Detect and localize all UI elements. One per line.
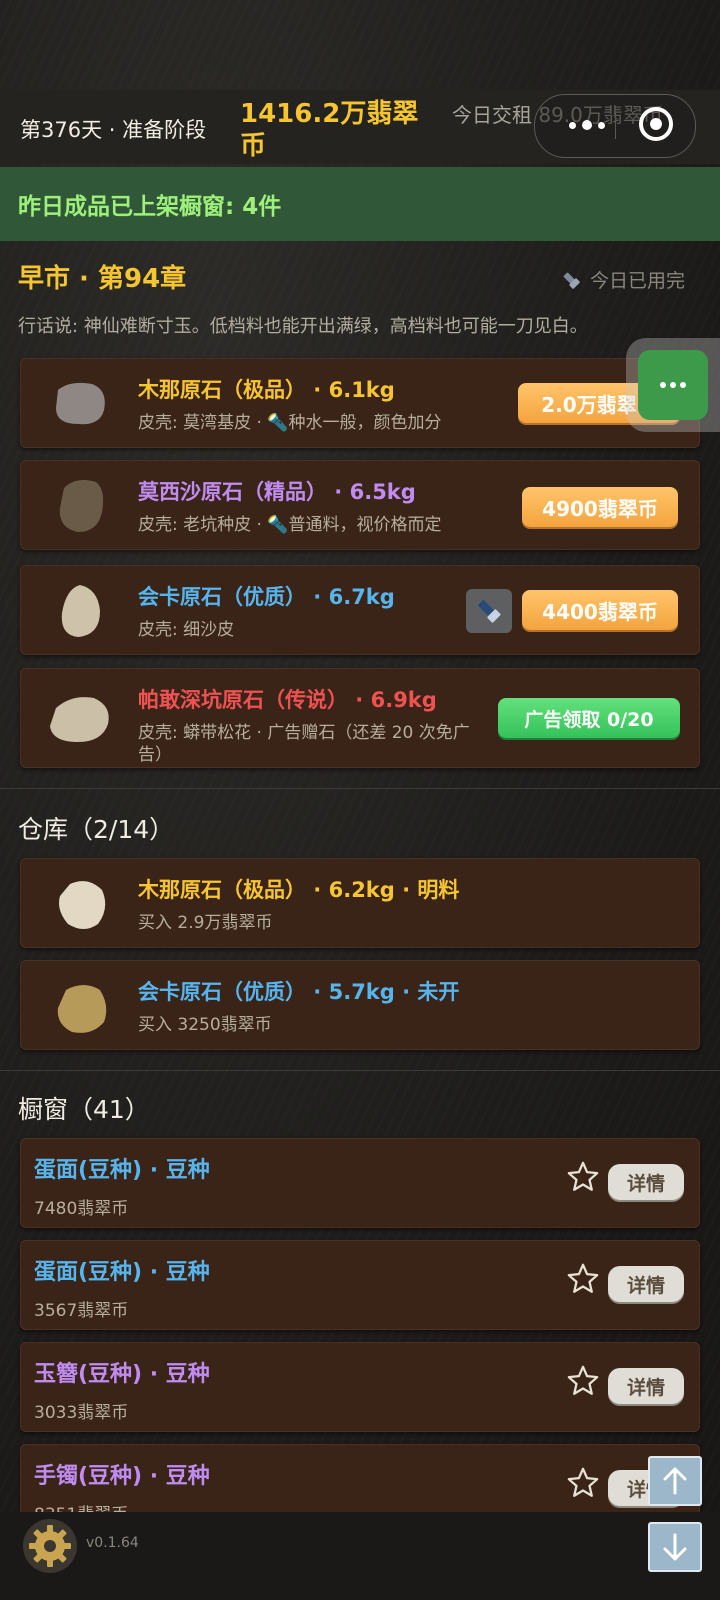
trade-saying: 行话说: 神仙难断寸玉。低档料也能开出满绿，高档料也可能一刀见白。 <box>18 316 588 337</box>
used-up-status: 今日已用完 <box>560 266 685 293</box>
star-icon[interactable] <box>566 1160 600 1194</box>
morning-market-title: 早市 · 第94章 <box>18 264 187 294</box>
floating-menu[interactable] <box>626 338 720 432</box>
stone-description: 皮壳: 老坑种皮 · 🔦普通料，视价格而定 <box>138 515 442 535</box>
warehouse-stone-card[interactable]: 会卡原石（优质） · 5.7kg · 未开 买入 3250翡翠币 <box>20 960 700 1050</box>
stone-name: 莫西沙原石（精品） · 6.5kg <box>138 480 416 504</box>
stone-name: 木那原石（极品） · 6.2kg · 明料 <box>138 878 460 902</box>
scroll-down-button[interactable] <box>648 1522 702 1572</box>
gear-icon[interactable] <box>22 1518 78 1574</box>
close-target-icon[interactable] <box>639 107 673 141</box>
capsule-separator <box>615 113 616 139</box>
purchase-price: 买入 2.9万翡翠币 <box>138 913 273 933</box>
market-stone-card[interactable]: 帕敢深坑原石（传说） · 6.9kg 皮壳: 蟒带松花 · 广告赠石（还差 20… <box>20 668 700 768</box>
stone-image <box>56 382 105 425</box>
item-name: 玉簪(豆种) · 豆种 <box>34 1362 210 1387</box>
version-label: v0.1.64 <box>86 1535 139 1551</box>
item-price: 3567翡翠币 <box>34 1301 129 1321</box>
used-up-label: 今日已用完 <box>590 270 686 292</box>
flashlight-button[interactable] <box>466 589 512 633</box>
scroll-up-button[interactable] <box>648 1456 702 1506</box>
detail-button[interactable]: 详情 <box>608 1164 684 1200</box>
detail-button[interactable]: 详情 <box>608 1266 684 1302</box>
item-price: 3033翡翠币 <box>34 1403 129 1423</box>
stone-image <box>57 985 107 1033</box>
purchase-price: 买入 3250翡翠币 <box>138 1015 272 1035</box>
market-stone-card[interactable]: 会卡原石（优质） · 6.7kg 皮壳: 细沙皮 4400翡翠币 <box>20 565 700 655</box>
stone-name: 会卡原石（优质） · 5.7kg · 未开 <box>138 980 460 1004</box>
buy-button[interactable]: 4900翡翠币 <box>522 487 678 527</box>
notice-text: 昨日成品已上架橱窗: 4件 <box>18 194 282 220</box>
showcase-item-card[interactable]: 玉簪(豆种) · 豆种 3033翡翠币 详情 <box>20 1342 700 1432</box>
warehouse-stone-card[interactable]: 木那原石（极品） · 6.2kg · 明料 买入 2.9万翡翠币 <box>20 858 700 948</box>
item-price: 7480翡翠币 <box>34 1199 129 1219</box>
more-dots-icon[interactable] <box>557 107 617 143</box>
stone-description: 皮壳: 蟒带松花 · 广告赠石（还差 20 次免广告） <box>138 723 470 765</box>
section-divider <box>0 1070 720 1071</box>
flashlight-icon <box>478 600 501 623</box>
ad-claim-button[interactable]: 广告领取 0/20 <box>498 698 680 738</box>
star-icon[interactable] <box>566 1466 600 1500</box>
day-phase-label: 第376天 · 准备阶段 <box>20 118 207 142</box>
arrow-up-icon <box>663 1467 687 1495</box>
market-stone-card[interactable]: 木那原石（极品） · 6.1kg 皮壳: 莫湾基皮 · 🔦种水一般，颜色加分 2… <box>20 358 700 448</box>
mini-program-capsule <box>534 94 696 158</box>
item-name: 蛋面(豆种) · 豆种 <box>34 1260 210 1285</box>
star-icon[interactable] <box>566 1364 600 1398</box>
stone-image <box>59 881 106 929</box>
market-stone-card[interactable]: 莫西沙原石（精品） · 6.5kg 皮壳: 老坑种皮 · 🔦普通料，视价格而定 … <box>20 460 700 550</box>
coin-balance: 1416.2万翡翠币 <box>240 99 419 161</box>
buy-button[interactable]: 4400翡翠币 <box>522 590 678 630</box>
stone-image <box>61 585 100 637</box>
stone-name: 木那原石（极品） · 6.1kg <box>138 378 395 402</box>
warehouse-title: 仓库（2/14） <box>18 815 175 844</box>
detail-button[interactable]: 详情 <box>608 1368 684 1404</box>
section-divider <box>0 788 720 789</box>
footer-bar <box>0 1512 720 1600</box>
item-name: 蛋面(豆种) · 豆种 <box>34 1158 210 1183</box>
showcase-item-card[interactable]: 蛋面(豆种) · 豆种 7480翡翠币 详情 <box>20 1138 700 1228</box>
stone-description: 皮壳: 莫湾基皮 · 🔦种水一般，颜色加分 <box>138 413 442 433</box>
stone-name: 帕敢深坑原石（传说） · 6.9kg <box>138 688 437 712</box>
stone-image <box>59 480 104 532</box>
showcase-title: 橱窗（41） <box>18 1095 150 1124</box>
flashlight-icon <box>563 272 580 289</box>
stone-description: 皮壳: 细沙皮 <box>138 620 235 640</box>
more-dots-icon[interactable] <box>638 350 708 420</box>
arrow-down-icon <box>663 1533 687 1561</box>
stone-image <box>50 697 109 742</box>
star-icon[interactable] <box>566 1262 600 1296</box>
item-name: 手镯(豆种) · 豆种 <box>34 1464 210 1489</box>
notice-banner: 昨日成品已上架橱窗: 4件 <box>0 167 720 241</box>
stone-name: 会卡原石（优质） · 6.7kg <box>138 585 395 609</box>
showcase-item-card[interactable]: 蛋面(豆种) · 豆种 3567翡翠币 详情 <box>20 1240 700 1330</box>
